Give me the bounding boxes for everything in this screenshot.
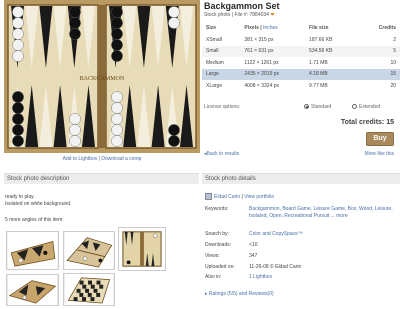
- ratings-link[interactable]: ▸ Ratings (5/5) and Reviews(0): [205, 291, 274, 297]
- page-title: Backgammon Set: [204, 1, 280, 11]
- uploaded-value: 11-26-08 © Eldad Carin: [249, 264, 302, 270]
- also-in-label: Also in:: [205, 274, 222, 280]
- photo-description: ready to play. Isolated on white backgro…: [5, 194, 195, 208]
- description-line: ready to play.: [5, 194, 35, 200]
- file-size: 534.56 KB: [307, 45, 370, 57]
- angle-thumbnail[interactable]: [6, 231, 59, 270]
- license-extended-option[interactable]: Extended: [352, 104, 380, 110]
- file-size: 4.18 MB: [307, 68, 370, 80]
- thumbnail-image: [7, 275, 58, 305]
- pixel-dimensions: 761 × 631 px: [242, 45, 308, 57]
- more-angles-label: 5 more angles of this item:: [5, 217, 64, 223]
- size-label: Medium: [206, 59, 224, 66]
- keywords-links[interactable]: Backgammon, Board Game, Leisure Game, Bo…: [249, 206, 397, 219]
- thumbnail-image: [119, 228, 165, 270]
- angle-thumbnail[interactable]: [118, 227, 166, 271]
- extended-radio[interactable]: [352, 104, 357, 109]
- extended-label: Extended: [359, 104, 381, 110]
- heart-icon[interactable]: ❤: [270, 12, 274, 18]
- search-by-link[interactable]: Color and CopySpace™: [249, 231, 397, 238]
- license-standard-option[interactable]: Standard: [304, 104, 331, 110]
- license-label: License options:: [204, 104, 241, 110]
- size-col-header: Size: [206, 25, 217, 31]
- size-label: XSmall: [206, 36, 222, 43]
- pixels-label[interactable]: Pixels: [244, 25, 258, 31]
- credit-cost: 2: [393, 36, 396, 43]
- pixel-dimensions: 4008 × 3324 px: [244, 82, 280, 89]
- credit-cost: 15: [369, 68, 400, 80]
- file-number: Stock photo | File #: 7884034: [204, 12, 269, 18]
- credit-cost: 20: [390, 82, 396, 89]
- download-comp-link[interactable]: Download a comp: [101, 156, 141, 162]
- views-value: 347: [249, 253, 258, 259]
- keywords-row: Keywords: Backgammon, Board Game, Leisur…: [205, 206, 397, 230]
- file-size: 1.71 MB: [309, 59, 328, 66]
- angle-thumbnail[interactable]: [6, 274, 59, 306]
- size-option-row[interactable]: Large 2435 × 2019 px 4.18 MB 15: [202, 68, 400, 80]
- downloads-label: Downloads:: [205, 242, 232, 248]
- thumbnail-image: [64, 232, 114, 269]
- image-links: Add to Lightbox | Download a comp: [4, 156, 200, 162]
- details-header: Stock photo details: [202, 173, 400, 184]
- views-label: Views:: [205, 253, 220, 259]
- ratings-text[interactable]: Ratings (5/5) and Reviews(0): [209, 291, 274, 297]
- size-option-row[interactable]: Medium 1122 × 1261 px 1.71 MB 10: [202, 57, 400, 69]
- pixel-dimensions: 381 × 315 px: [244, 36, 274, 43]
- pixel-dimensions: 2435 × 2019 px: [242, 68, 308, 80]
- uploaded-label: Uploaded on:: [205, 264, 235, 270]
- size-table-header: Size Pixels | Inches File size Credits: [202, 22, 400, 34]
- size-option-row[interactable]: XLarge 4008 × 3324 px 9.77 MB 20: [202, 80, 400, 92]
- view-portfolio-link[interactable]: View portfolio: [244, 194, 274, 200]
- owner-link[interactable]: Eldad Carin: [214, 194, 240, 200]
- credits-col-header: Credits: [378, 25, 396, 31]
- angle-thumbnail[interactable]: [63, 273, 115, 306]
- angle-thumbnail[interactable]: [63, 231, 115, 270]
- standard-label: Standard: [311, 104, 332, 110]
- avatar[interactable]: [205, 193, 212, 200]
- total-credits: Total credits: 15: [341, 119, 394, 126]
- size-label: Small: [202, 45, 243, 57]
- size-label: XLarge: [206, 82, 223, 89]
- pixel-dimensions: 1122 × 1261 px: [244, 59, 279, 66]
- thumbnail-image: [64, 274, 114, 305]
- main-photo[interactable]: BACKGAMMON: [4, 0, 200, 153]
- file-size: 9.77 MB: [309, 82, 328, 89]
- description-line: Isolated on white background.: [5, 201, 72, 207]
- backgammon-board-image: BACKGAMMON: [4, 0, 200, 153]
- credit-cost: 5: [369, 45, 400, 57]
- add-to-lightbox-link[interactable]: Add to Lightbox: [63, 156, 98, 162]
- thumbnail-image: [7, 232, 58, 269]
- description-header: Stock photo description: [4, 173, 199, 184]
- keywords-label: Keywords:: [205, 206, 229, 212]
- size-label: Large: [202, 68, 243, 80]
- pixels-col-header: Pixels | Inches: [242, 22, 307, 34]
- svg-text:BACKGAMMON: BACKGAMMON: [80, 76, 125, 82]
- file-size: 187.66 KB: [309, 36, 333, 43]
- total-credits-value: 15: [386, 119, 394, 126]
- photo-meta: Stock photo | File #: 7884034 ❤: [204, 12, 275, 18]
- back-to-results-link[interactable]: ◂Back to results: [204, 151, 239, 157]
- file-size-col-header: File size: [309, 25, 329, 31]
- lightbox-link[interactable]: 1 Lightbox: [249, 274, 397, 281]
- total-credits-label: Total credits:: [340, 119, 387, 126]
- buy-button[interactable]: Buy: [366, 132, 394, 146]
- size-option-row[interactable]: Small 761 × 631 px 534.56 KB 5: [202, 45, 400, 57]
- search-by-label: Search by:: [205, 231, 229, 237]
- size-option-row[interactable]: XSmall 381 × 315 px 187.66 KB 2: [202, 34, 400, 46]
- standard-radio[interactable]: [304, 104, 309, 109]
- owner-row: Eldad Carin | View portfolio: [205, 193, 274, 200]
- downloads-value: <10: [249, 242, 258, 248]
- credit-cost: 10: [390, 59, 396, 66]
- more-like-this-link[interactable]: More like this: [365, 151, 394, 157]
- size-table: Size Pixels | Inches File size Credits X…: [202, 22, 400, 92]
- inches-toggle[interactable]: Inches: [263, 25, 278, 31]
